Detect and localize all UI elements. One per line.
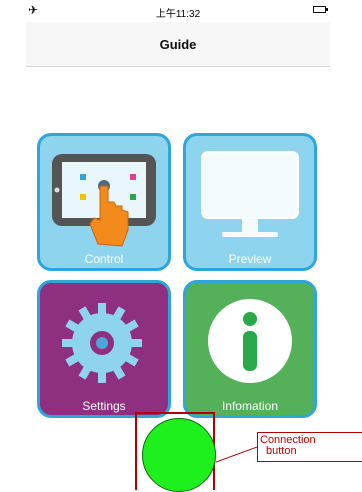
info-icon	[208, 299, 292, 383]
status-bar: ✈ 上午11:32	[26, 0, 330, 22]
preview-label: Preview	[228, 252, 272, 266]
control-label: Control	[84, 252, 124, 266]
settings-tile[interactable]: Settings	[37, 280, 171, 418]
information-label: Infomation	[221, 399, 279, 413]
status-time: 上午11:32	[155, 9, 201, 20]
navigation-bar: Guide	[26, 22, 330, 67]
connection-annotation: Connection button	[257, 432, 362, 462]
preview-tile[interactable]: Preview	[183, 133, 317, 271]
tablet-touch-icon	[52, 154, 156, 247]
gear-icon	[62, 303, 142, 383]
annotation-line-2: button	[266, 445, 297, 457]
information-tile[interactable]: Infomation	[183, 280, 317, 418]
settings-label: Settings	[82, 399, 126, 413]
monitor-icon	[201, 151, 299, 237]
control-tile[interactable]: Control	[37, 133, 171, 271]
page-title: Guide	[159, 37, 197, 52]
connection-button[interactable]	[142, 418, 216, 492]
battery-icon	[313, 6, 328, 13]
